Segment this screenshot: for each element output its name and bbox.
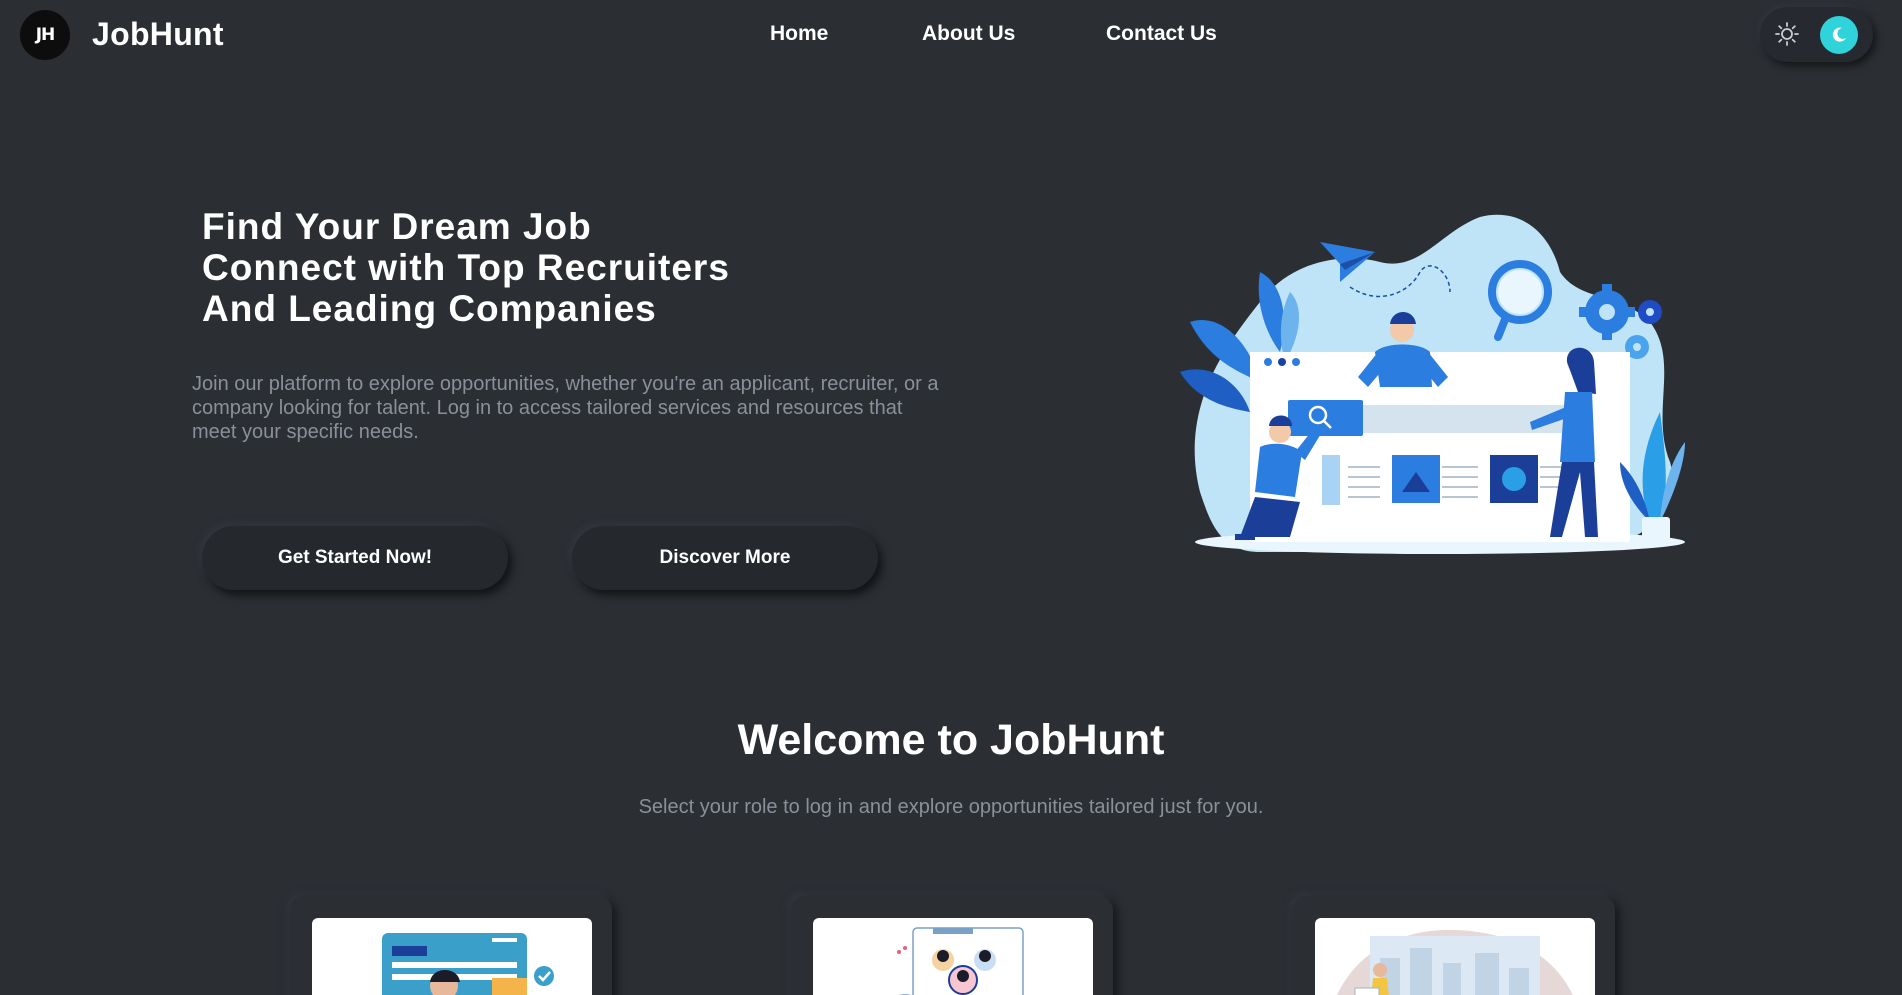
nav-home-link[interactable]: Home [770,22,828,46]
hero-illustration [1180,214,1685,554]
welcome-subtitle: Select your role to log in and explore o… [638,796,1264,818]
hero-title: Find Your Dream Job Connect with Top Rec… [202,206,730,329]
nav-about-link[interactable]: About Us [922,22,1015,46]
moon-icon [1832,27,1846,42]
recruiter-illustration [897,927,1024,995]
role-card-company-image [1315,918,1595,995]
hero-description: Join our platform to explore opportuniti… [192,373,939,443]
role-card-company[interactable] [1293,896,1615,995]
hero-title-line: And Leading Companies [202,288,657,329]
nav-contact-link[interactable]: Contact Us [1106,22,1217,46]
navbar: JH JobHunt Home About Us Contact Us [0,0,1902,70]
get-started-button[interactable]: Get Started Now! [202,526,508,590]
company-illustration [1337,929,1573,995]
welcome-title: Welcome to JobHunt [737,716,1165,764]
role-card-applicant[interactable] [290,896,612,995]
hero-title-line: Find Your Dream Job [202,206,592,247]
nav-links: Home About Us Contact Us [0,22,1902,52]
moon-toggle-knob[interactable] [1820,16,1858,54]
hero-title-line: Connect with Top Recruiters [202,247,730,288]
role-card-recruiter[interactable] [791,896,1113,995]
theme-toggle[interactable] [1760,7,1873,62]
sun-icon [1775,22,1799,46]
role-card-applicant-image [312,918,592,995]
role-card-recruiter-image [813,918,1093,995]
discover-more-button[interactable]: Discover More [572,526,878,590]
applicant-illustration [382,933,554,995]
